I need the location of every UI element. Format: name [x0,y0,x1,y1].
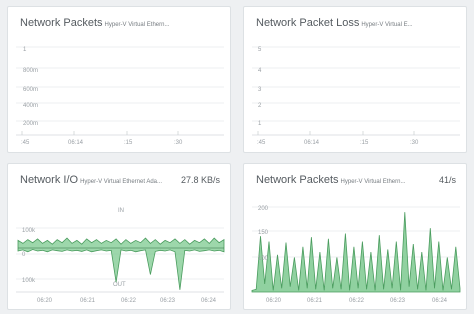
y-axis-label: 4 [258,68,262,74]
x-axis-label: 06:23 [390,298,406,304]
y-axis-label: 0 [22,252,26,258]
x-axis-label: 06:21 [80,298,96,304]
x-axis-label: 06:22 [349,298,365,304]
y-axis-label: 100k [22,278,36,284]
x-axis-label: :15 [360,140,369,146]
y-axis-label: 3 [258,87,262,93]
out-label: OUT [113,282,126,288]
y-axis-label: 2 [258,103,262,109]
x-axis-label: 06:24 [201,298,217,304]
y-axis-label: 100 [258,256,269,262]
x-axis-label: :30 [410,140,419,146]
y-axis-label: 200m [23,121,38,127]
y-axis-label: 400m [23,103,38,109]
packets-chart: 200 150 100 06:20 06:21 06:22 06:23 06:2… [251,206,461,304]
x-axis-label: :30 [174,140,183,146]
x-axis-label: 06:20 [266,298,282,304]
y-axis-label: 5 [258,47,262,53]
x-axis-label: 06:21 [307,298,323,304]
network-packets-rate-panel[interactable]: Network Packets Hyper-V Virtual Ethern...… [243,163,467,310]
x-axis-label: 06:22 [121,298,137,304]
x-axis-label: 06:23 [160,298,176,304]
y-axis-label: 1 [23,47,27,53]
y-axis-label: 150 [258,230,269,236]
network-io-panel[interactable]: Network I/O Hyper-V Virtual Ethernet Ada.… [7,163,231,310]
io-chart: IN OUT 100k 0 100k 06:20 06:21 06:22 06:… [16,208,225,304]
y-axis-label: 600m [23,87,38,93]
chart-area: 1 800m 600m 400m 200m :45 06:14 :15 :30 [16,46,224,146]
x-axis-label: :15 [124,140,133,146]
in-label: IN [118,208,124,214]
y-axis-label: 1 [258,121,262,127]
y-axis-label: 800m [23,68,38,74]
x-axis-label: :45 [21,140,30,146]
y-axis-label: 200 [258,206,269,212]
x-axis-label: 06:24 [432,298,448,304]
x-axis-label: :45 [257,140,266,146]
network-packets-panel[interactable]: Network Packets Hyper-V Virtual Ethern...… [7,6,231,153]
x-axis-label: 06:20 [37,298,53,304]
x-axis-label: 06:14 [68,140,84,146]
network-packet-loss-panel[interactable]: Network Packet Loss Hyper-V Virtual E... … [243,6,467,153]
x-axis-label: 06:14 [304,140,320,146]
y-axis-label: 100k [22,228,36,234]
chart-area: 5 4 3 2 1 :45 06:14 :15 :30 [252,46,460,146]
packets-series-area [251,212,461,293]
